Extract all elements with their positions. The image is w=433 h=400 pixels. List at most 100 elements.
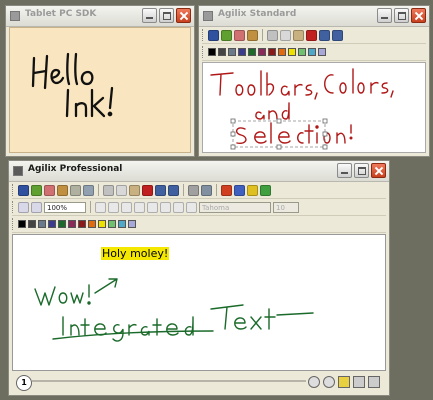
maximize-button[interactable]	[394, 8, 409, 23]
flag-icon[interactable]	[221, 184, 232, 196]
align-center-icon[interactable]	[134, 201, 145, 213]
toolbar-grip[interactable]	[12, 218, 16, 230]
color-swatch[interactable]	[238, 48, 246, 56]
color-swatch[interactable]	[318, 48, 326, 56]
color-swatch[interactable]	[88, 220, 96, 228]
maximize-button[interactable]	[159, 8, 174, 23]
color-swatch[interactable]	[118, 220, 126, 228]
undo-icon[interactable]	[155, 184, 166, 196]
minimize-button[interactable]	[377, 8, 392, 23]
find-icon[interactable]	[188, 184, 199, 196]
ink-strokes	[34, 278, 314, 342]
align-left-icon[interactable]	[121, 201, 132, 213]
zoom-in-icon[interactable]	[18, 201, 29, 213]
toolbar-grip[interactable]	[12, 201, 16, 213]
color-swatch[interactable]	[308, 48, 316, 56]
convert-icon[interactable]	[83, 184, 94, 196]
title-bar[interactable]: Tablet PC SDK	[6, 6, 194, 27]
color-swatch[interactable]	[258, 48, 266, 56]
color-swatch[interactable]	[208, 48, 216, 56]
color-swatch[interactable]	[18, 220, 26, 228]
close-button[interactable]	[176, 8, 191, 23]
help-icon[interactable]	[260, 184, 271, 196]
color-swatch[interactable]	[78, 220, 86, 228]
color-swatch[interactable]	[108, 220, 116, 228]
lasso-icon[interactable]	[247, 29, 258, 41]
bullets-icon[interactable]	[160, 201, 171, 213]
title-bar[interactable]: Agilix Professional	[9, 161, 389, 182]
toolbar-grip[interactable]	[202, 46, 206, 58]
color-swatch[interactable]	[228, 48, 236, 56]
minimize-button[interactable]	[337, 163, 352, 178]
color-swatch[interactable]	[218, 48, 226, 56]
zoom-out-icon[interactable]	[31, 201, 42, 213]
outdent-icon[interactable]	[186, 201, 197, 213]
ruler-icon[interactable]	[201, 184, 212, 196]
copy-icon[interactable]	[116, 184, 127, 196]
minimize-button[interactable]	[142, 8, 157, 23]
color-swatch[interactable]	[68, 220, 76, 228]
cut-icon[interactable]	[267, 29, 278, 41]
close-button[interactable]	[411, 8, 426, 23]
ink-canvas[interactable]	[202, 62, 426, 153]
color-swatch[interactable]	[58, 220, 66, 228]
page-icon[interactable]	[95, 201, 106, 213]
font-select[interactable]: Tahoma	[199, 201, 271, 213]
bookmark-icon[interactable]	[338, 376, 350, 388]
color-swatch[interactable]	[268, 48, 276, 56]
pen-icon[interactable]	[18, 184, 29, 196]
undo-icon[interactable]	[319, 29, 330, 41]
color-swatch[interactable]	[248, 48, 256, 56]
cut-icon[interactable]	[103, 184, 114, 196]
highlighter-icon[interactable]	[31, 184, 42, 196]
align-right-icon[interactable]	[147, 201, 158, 213]
page-tab[interactable]: 1	[16, 375, 32, 391]
color-swatch[interactable]	[48, 220, 56, 228]
color-swatch[interactable]	[278, 48, 286, 56]
color-swatch[interactable]	[288, 48, 296, 56]
zoom-select[interactable]: 100%	[44, 201, 86, 213]
delete-page-icon[interactable]	[368, 376, 380, 388]
delete-icon[interactable]	[306, 29, 317, 41]
paste-icon[interactable]	[293, 29, 304, 41]
image-icon[interactable]	[234, 184, 245, 196]
tool-toolbar	[202, 27, 426, 44]
agilix-professional-window[interactable]: Agilix Professional 100% Tahoma 10 Holy …	[8, 160, 390, 396]
color-swatch[interactable]	[28, 220, 36, 228]
maximize-button[interactable]	[354, 163, 369, 178]
color-swatch[interactable]	[298, 48, 306, 56]
window-title: Agilix Standard	[218, 9, 297, 19]
ink-strokes	[31, 52, 114, 118]
insert-space-icon[interactable]	[70, 184, 81, 196]
main-toolbar	[12, 182, 386, 199]
star-icon[interactable]	[247, 184, 258, 196]
agilix-standard-window[interactable]: Agilix Standard	[198, 5, 430, 157]
document-canvas[interactable]: Holy moley!	[12, 234, 386, 371]
font-size-select[interactable]: 10	[273, 201, 299, 213]
redo-icon[interactable]	[332, 29, 343, 41]
page-width-icon[interactable]	[108, 201, 119, 213]
delete-icon[interactable]	[142, 184, 153, 196]
nav-next-icon[interactable]	[323, 376, 335, 388]
close-button[interactable]	[371, 163, 386, 178]
eraser-icon[interactable]	[234, 29, 245, 41]
lasso-icon[interactable]	[57, 184, 68, 196]
color-swatch[interactable]	[98, 220, 106, 228]
new-page-icon[interactable]	[353, 376, 365, 388]
ink-canvas[interactable]	[9, 27, 191, 153]
pen-icon[interactable]	[208, 29, 219, 41]
nav-prev-icon[interactable]	[308, 376, 320, 388]
tablet-pc-sdk-window[interactable]: Tablet PC SDK	[5, 5, 195, 157]
copy-icon[interactable]	[280, 29, 291, 41]
toolbar-grip[interactable]	[12, 184, 16, 196]
color-swatch[interactable]	[38, 220, 46, 228]
paste-icon[interactable]	[129, 184, 140, 196]
redo-icon[interactable]	[168, 184, 179, 196]
eraser-icon[interactable]	[44, 184, 55, 196]
toolbar-grip[interactable]	[202, 29, 206, 41]
title-bar[interactable]: Agilix Standard	[199, 6, 429, 27]
color-swatch[interactable]	[128, 220, 136, 228]
highlighter-icon[interactable]	[221, 29, 232, 41]
indent-icon[interactable]	[173, 201, 184, 213]
toolbar-separator	[183, 184, 184, 196]
